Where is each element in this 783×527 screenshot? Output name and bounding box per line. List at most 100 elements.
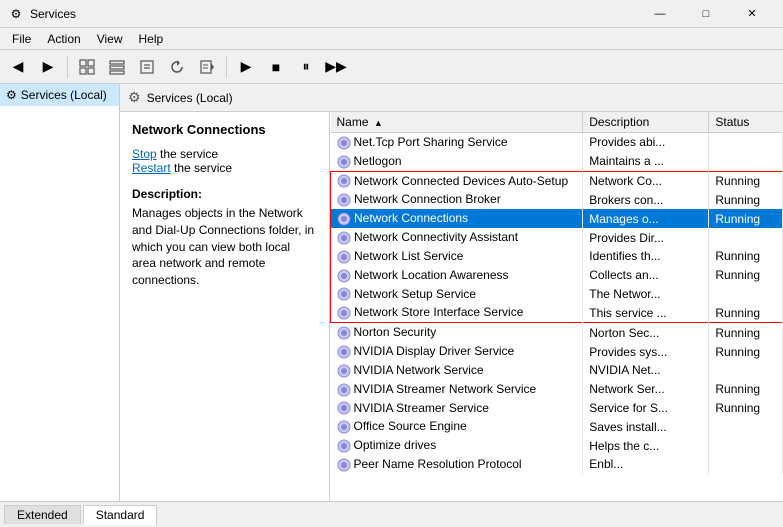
properties-button[interactable] [133,54,161,80]
service-status-cell [709,361,783,380]
service-status-cell: Running [709,190,783,209]
service-status-cell: Running [709,171,783,190]
service-desc-cell: Provides abi... [583,133,709,152]
menu-item-help[interactable]: Help [131,30,172,48]
table-row[interactable]: Network Connection BrokerBrokers con...R… [331,190,783,209]
service-status-cell [709,133,783,152]
service-name-cell: Network Connectivity Assistant [331,228,583,247]
service-table: Name ▲ Description Status Net.Tcp Port S… [330,112,783,474]
service-status-cell [709,455,783,474]
status-tab-standard[interactable]: Standard [83,505,158,525]
col-header-description[interactable]: Description [583,112,709,133]
service-name-cell: Network Connection Broker [331,190,583,209]
service-status-cell [709,285,783,304]
back-button[interactable]: ◀ [4,54,32,80]
table-row[interactable]: Optimize drivesHelps the c... [331,436,783,455]
status-bar: ExtendedStandard [0,501,783,527]
pause-service-button[interactable]: ⏸ [292,54,320,80]
service-status-cell [709,417,783,436]
refresh-button[interactable] [163,54,191,80]
service-desc-cell: Network Ser... [583,380,709,399]
service-name-cell: NVIDIA Display Driver Service [331,342,583,361]
service-status-cell [709,228,783,247]
table-row[interactable]: NVIDIA Streamer ServiceService for S...R… [331,399,783,418]
restart-service-link[interactable]: Restart [132,161,171,175]
table-row[interactable]: NVIDIA Streamer Network ServiceNetwork S… [331,380,783,399]
service-status-cell: Running [709,399,783,418]
window-title: Services [30,7,637,21]
table-row[interactable]: Peer Name Resolution ProtocolEnbl... [331,455,783,474]
table-row[interactable]: Network List ServiceIdentifies th...Runn… [331,247,783,266]
menu-item-action[interactable]: Action [39,30,88,48]
table-row[interactable]: NetlogonMaintains a ... [331,152,783,171]
tree-item-services-local[interactable]: ⚙ Services (Local) [0,84,119,106]
table-header-row: Name ▲ Description Status [331,112,783,133]
service-list-container[interactable]: Name ▲ Description Status Net.Tcp Port S… [330,112,783,501]
content-area: Network Connections Stop the service Res… [120,112,783,501]
export-button[interactable] [193,54,221,80]
service-name-cell: Network Location Awareness [331,266,583,285]
window-controls: — □ ✕ [637,0,775,28]
start-service-button[interactable]: ▶ [232,54,260,80]
services-local-icon: ⚙ [128,89,141,106]
service-tbody: Net.Tcp Port Sharing ServiceProvides abi… [331,133,783,474]
detail-panel: Network Connections Stop the service Res… [120,112,330,501]
service-desc-cell: Manages o... [583,209,709,228]
service-name-cell: NVIDIA Network Service [331,361,583,380]
app-icon: ⚙ [8,6,24,22]
toolbar: ◀ ▶ ▶ ■ ⏸ ▶▶ [0,50,783,84]
service-status-cell: Running [709,342,783,361]
selected-service-name: Network Connections [132,122,317,137]
service-name-cell: Network List Service [331,247,583,266]
service-desc-cell: Identifies th... [583,247,709,266]
table-row[interactable]: Network Connectivity AssistantProvides D… [331,228,783,247]
stop-service-link[interactable]: Stop [132,147,157,161]
minimize-button[interactable]: — [637,0,683,28]
show-hide-button[interactable] [73,54,101,80]
service-status-cell: Running [709,380,783,399]
forward-button[interactable]: ▶ [34,54,62,80]
left-panel: ⚙ Services (Local) [0,84,120,501]
service-name-cell: Network Connected Devices Auto-Setup [331,171,583,190]
table-row[interactable]: Network Location AwarenessCollects an...… [331,266,783,285]
service-status-cell: Running [709,323,783,342]
service-status-cell [709,152,783,171]
table-row[interactable]: Office Source EngineSaves install... [331,417,783,436]
description-text: Manages objects in the Network and Dial-… [132,205,317,289]
service-desc-cell: Enbl... [583,455,709,474]
tree-item-label: Services (Local) [21,88,107,102]
service-desc-cell: Network Co... [583,171,709,190]
description-label: Description: [132,187,317,201]
sort-arrow: ▲ [374,118,383,128]
table-row[interactable]: Net.Tcp Port Sharing ServiceProvides abi… [331,133,783,152]
service-name-cell: Network Setup Service [331,285,583,304]
col-header-status[interactable]: Status [709,112,783,133]
service-name-cell: Norton Security [331,323,583,342]
service-status-cell: Running [709,247,783,266]
service-desc-cell: NVIDIA Net... [583,361,709,380]
resume-service-button[interactable]: ▶▶ [322,54,350,80]
action-links: Stop the service Restart the service [132,147,317,175]
right-panel: ⚙ Services (Local) Network Connections S… [120,84,783,501]
menu-item-file[interactable]: File [4,30,39,48]
restart-service-text: the service [171,161,232,175]
service-desc-cell: Service for S... [583,399,709,418]
menu-item-view[interactable]: View [89,30,131,48]
table-row[interactable]: Network Store Interface ServiceThis serv… [331,303,783,322]
col-header-name[interactable]: Name ▲ [331,112,583,133]
status-tab-extended[interactable]: Extended [4,505,81,524]
table-row[interactable]: NVIDIA Network ServiceNVIDIA Net... [331,361,783,380]
table-row[interactable]: Norton SecurityNorton Sec...Running [331,323,783,342]
service-desc-cell: Helps the c... [583,436,709,455]
maximize-button[interactable]: □ [683,0,729,28]
close-button[interactable]: ✕ [729,0,775,28]
table-row[interactable]: Network Connected Devices Auto-SetupNetw… [331,171,783,190]
list-button[interactable] [103,54,131,80]
table-row[interactable]: NVIDIA Display Driver ServiceProvides sy… [331,342,783,361]
table-row[interactable]: Network ConnectionsManages o...Running [331,209,783,228]
main-layout: ⚙ Services (Local) ⚙ Services (Local) Ne… [0,84,783,501]
service-name-cell: Optimize drives [331,436,583,455]
service-desc-cell: The Networ... [583,285,709,304]
stop-service-button[interactable]: ■ [262,54,290,80]
table-row[interactable]: Network Setup ServiceThe Networ... [331,285,783,304]
